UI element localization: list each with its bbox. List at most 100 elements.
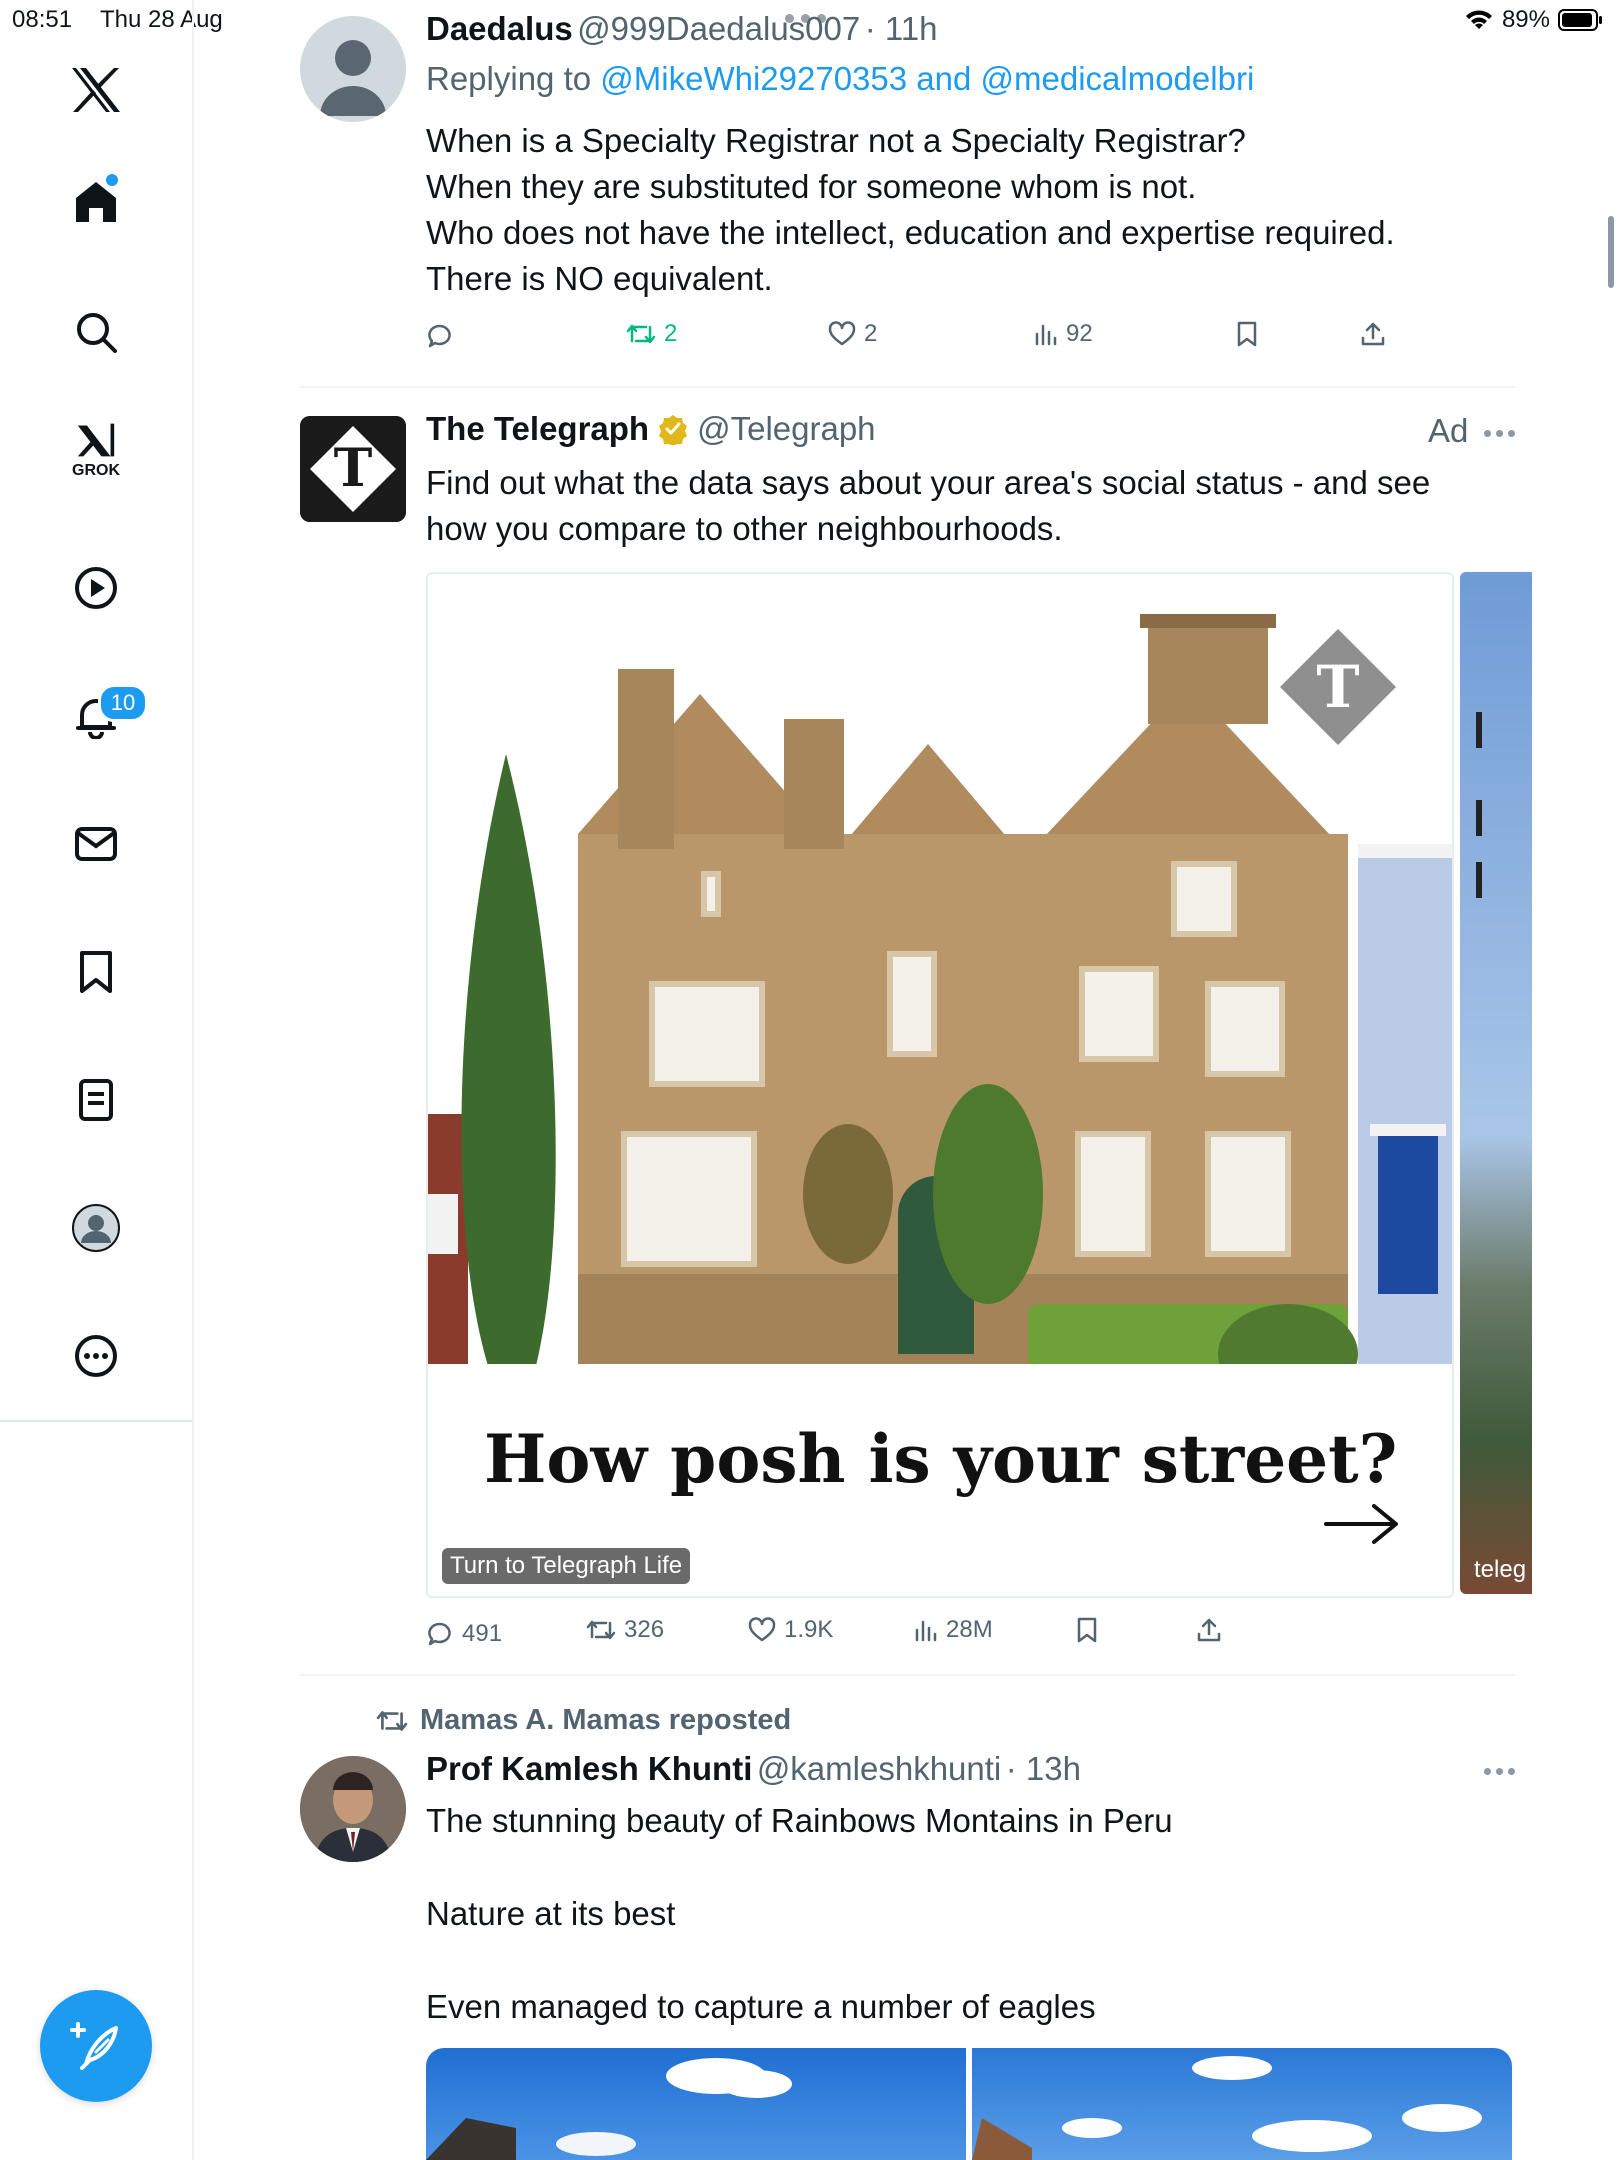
reposted-by[interactable]: Mamas A. Mamas reposted <box>420 1704 791 1737</box>
house-illustration: T <box>428 574 1452 1394</box>
card2-text-fragment <box>1476 800 1482 836</box>
tweet-header: Prof Kamlesh Khunti @kamleshkhunti · 13h <box>426 1750 1081 1788</box>
tweet-header: Daedalus @999Daedalus007 · 11h <box>426 10 937 48</box>
telegraph-logo-avatar[interactable]: T <box>300 416 406 522</box>
more-options-icon[interactable] <box>66 1326 126 1386</box>
retweet-button[interactable]: 326 <box>586 1616 664 1644</box>
lists-icon[interactable] <box>66 1070 126 1130</box>
retweet-icon <box>626 324 656 344</box>
heart-icon <box>828 321 856 346</box>
views-count: 92 <box>1066 320 1093 347</box>
replying-to: Replying to @MikeWhi29270353 and @medica… <box>426 60 1254 98</box>
author-handle[interactable]: @Telegraph <box>697 410 875 448</box>
tweet-text: Find out what the data says about your a… <box>426 460 1430 552</box>
author-name[interactable]: Daedalus <box>426 10 573 47</box>
author-name[interactable]: Prof Kamlesh Khunti <box>426 1750 752 1787</box>
more-options-dots-icon[interactable] <box>1484 430 1515 437</box>
share-button[interactable] <box>1196 1616 1222 1644</box>
tweet-line <box>426 1845 1173 1892</box>
messages-mail-icon[interactable] <box>66 814 126 874</box>
replying-to-handles[interactable]: @MikeWhi29270353 and @medicalmodelbri <box>600 60 1254 97</box>
reply-icon <box>428 324 451 348</box>
reply-count: 491 <box>462 1620 503 1647</box>
views-button[interactable]: 28M <box>914 1616 993 1644</box>
author-name[interactable]: The Telegraph <box>426 410 649 448</box>
views-chart-icon <box>915 1620 937 1642</box>
author-handle[interactable]: @kamleshkhunti <box>757 1750 1001 1787</box>
ad-label: Ad <box>1428 412 1469 449</box>
like-count: 2 <box>864 320 878 347</box>
like-button[interactable]: 1.9K <box>748 1616 833 1644</box>
ad-carousel-card[interactable]: T How posh is your street? Turn to Teleg… <box>426 572 1454 1598</box>
tweet-time: · 11h <box>864 10 938 47</box>
search-icon[interactable] <box>66 302 126 362</box>
bookmark-button[interactable] <box>1076 1616 1098 1644</box>
tweet-photo[interactable] <box>426 2048 966 2160</box>
card2-text-fragment <box>1476 862 1482 898</box>
tweet-line: how you compare to other neighbourhoods. <box>426 510 1063 547</box>
tweet-line: The stunning beauty of Rainbows Montains… <box>426 1802 1173 1839</box>
feed-divider <box>300 386 1515 388</box>
card-cta-label[interactable]: Turn to Telegraph Life <box>442 1548 691 1584</box>
x-logo-icon[interactable] <box>66 60 126 120</box>
retweet-button[interactable]: 2 <box>626 320 677 348</box>
svg-text:T: T <box>1316 653 1359 721</box>
ad-carousel-next-card[interactable]: teleg <box>1460 572 1532 1594</box>
compose-post-button[interactable] <box>40 1990 152 2102</box>
views-button[interactable]: 92 <box>1034 320 1093 348</box>
tweet-line: When they are substituted for someone wh… <box>426 168 1197 205</box>
home-unread-dot <box>106 174 118 186</box>
tweet-text: The stunning beauty of Rainbows Montains… <box>426 1798 1173 2031</box>
retweet-count: 326 <box>624 1616 665 1643</box>
repost-context: Mamas A. Mamas reposted <box>376 1704 791 1737</box>
grok-label: GROK <box>72 462 120 479</box>
bookmark-button[interactable] <box>1236 320 1258 348</box>
like-count: 1.9K <box>784 1616 834 1643</box>
tweet-line: Nature at its best <box>426 1895 676 1932</box>
bookmark-icon <box>1237 321 1257 347</box>
battery-percent: 89% <box>1501 6 1550 33</box>
tweet-line: Who does not have the intellect, educati… <box>426 214 1395 251</box>
status-right: 89% <box>1464 6 1604 34</box>
share-button[interactable] <box>1360 320 1386 348</box>
share-upload-icon <box>1361 322 1385 346</box>
like-button[interactable]: 2 <box>828 320 877 348</box>
reply-button[interactable]: 491 <box>426 1620 502 1648</box>
notifications-badge: 10 <box>98 684 148 722</box>
tweet-time: · 13h <box>1005 1750 1081 1787</box>
card2-text-fragment <box>1476 712 1482 748</box>
battery-icon <box>1558 9 1602 31</box>
card-headline: How posh is your street? <box>484 1420 1398 1498</box>
verified-gold-badge-icon <box>659 415 688 445</box>
video-icon[interactable] <box>66 558 126 618</box>
tweet-line: There is NO equivalent. <box>426 260 773 297</box>
svg-text:T: T <box>334 438 373 499</box>
sidebar-divider <box>0 1420 192 1422</box>
arrow-right-icon[interactable] <box>1324 1502 1400 1546</box>
bookmarks-icon[interactable] <box>66 942 126 1002</box>
reply-button[interactable] <box>426 322 454 350</box>
tweet-line <box>426 1938 1173 1985</box>
tweet-line: When is a Specialty Registrar not a Spec… <box>426 122 1246 159</box>
avatar[interactable] <box>300 1756 406 1862</box>
scrollbar-thumb[interactable] <box>1608 216 1614 288</box>
views-chart-icon <box>1035 324 1057 346</box>
replying-prefix: Replying to <box>426 60 592 97</box>
feed-divider <box>300 1674 1515 1676</box>
retweet-icon <box>586 1620 616 1640</box>
tweet-line: Even managed to capture a number of eagl… <box>426 1988 1096 2025</box>
share-upload-icon <box>1197 1618 1221 1642</box>
views-count: 28M <box>946 1616 993 1643</box>
grok-icon[interactable]: GROK <box>66 420 126 480</box>
retweet-icon <box>376 1710 408 1731</box>
profile-avatar-icon[interactable] <box>66 1198 126 1258</box>
heart-icon <box>748 1617 776 1642</box>
author-handle[interactable]: @999Daedalus007 <box>577 10 860 47</box>
tweet-photo[interactable] <box>972 2048 1512 2160</box>
retweet-count: 2 <box>664 320 678 347</box>
card2-caption: teleg <box>1474 1556 1527 1583</box>
more-options-dots-icon[interactable] <box>1484 1768 1515 1775</box>
sidebar: GROK 10 <box>0 0 194 2160</box>
compose-feather-icon <box>70 2022 118 2070</box>
avatar[interactable] <box>300 16 406 122</box>
